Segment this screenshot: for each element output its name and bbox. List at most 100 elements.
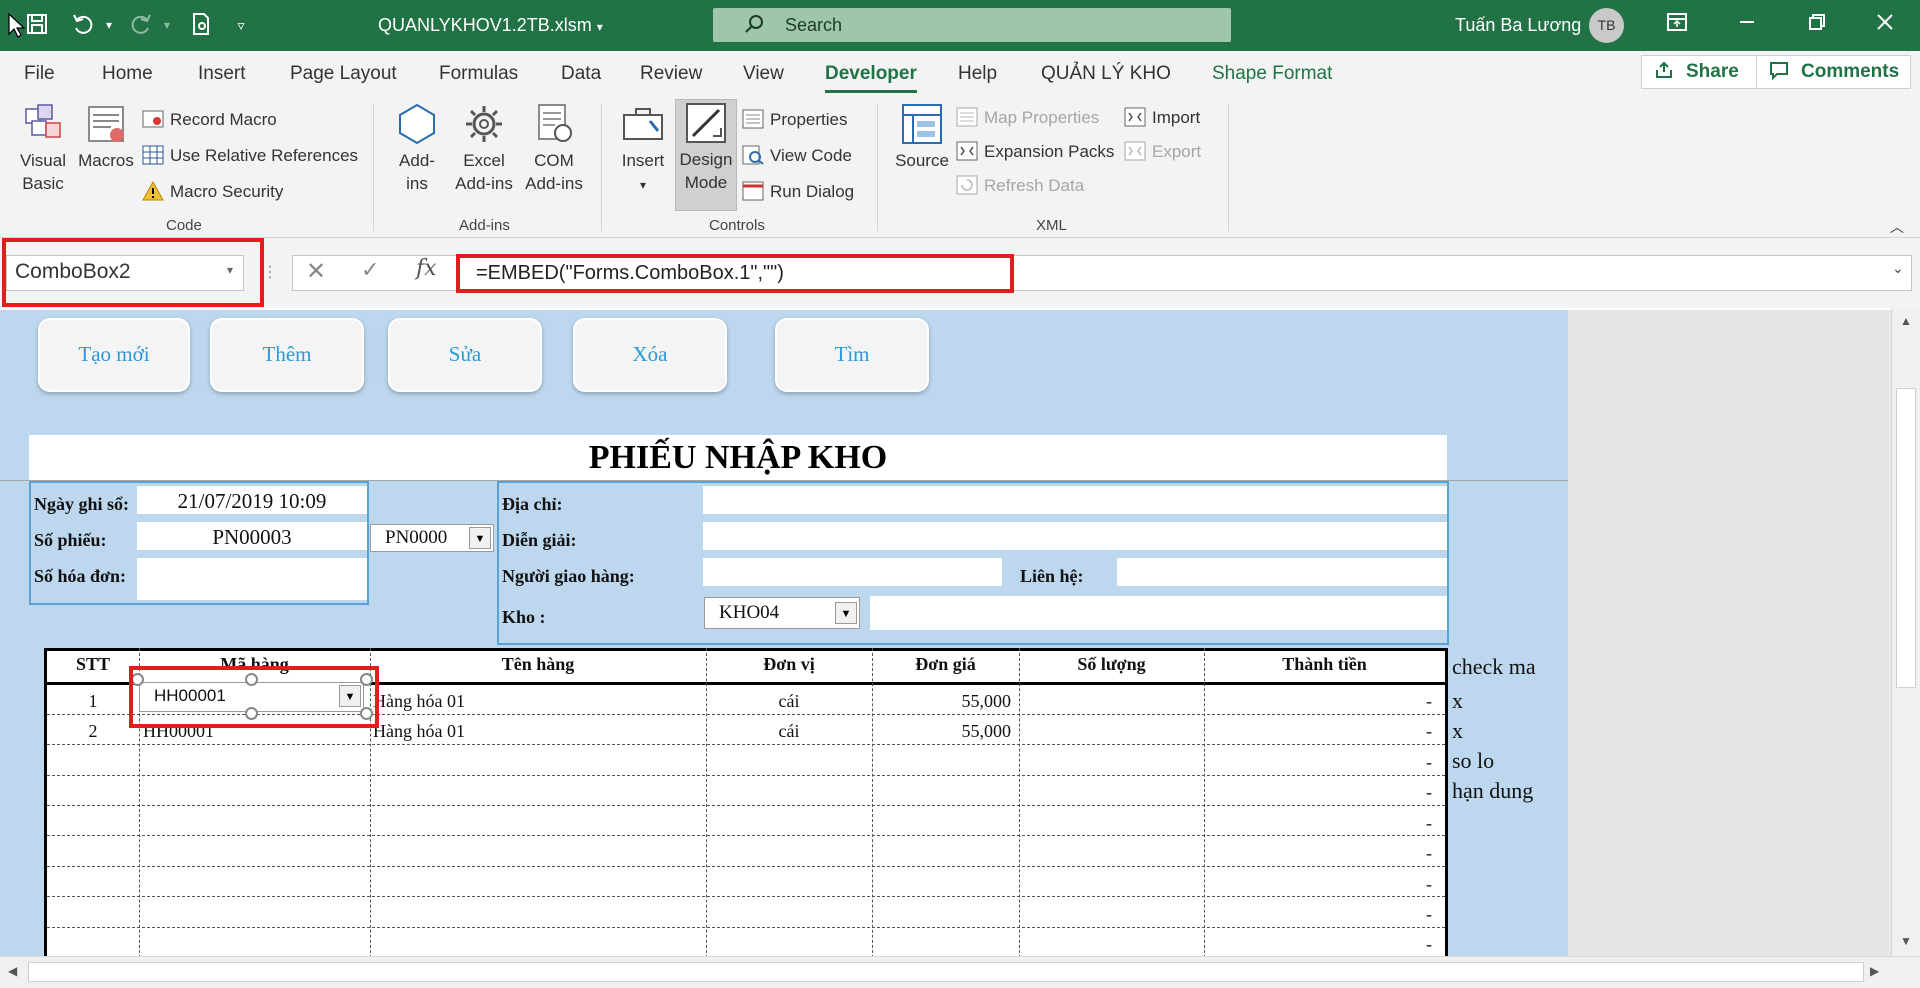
vertical-scrollbar[interactable]: ▲ ▼: [1891, 308, 1920, 956]
enter-icon[interactable]: ✓: [361, 257, 379, 283]
scroll-thumb[interactable]: [1896, 388, 1916, 688]
source-button[interactable]: Source: [893, 101, 951, 172]
user-name[interactable]: Tuấn Ba Lương: [1455, 12, 1581, 38]
tab-page-layout[interactable]: Page Layout: [290, 63, 397, 85]
restore-icon[interactable]: [1804, 12, 1830, 38]
ribbon-tabs: File Home Insert Page Layout Formulas Da…: [0, 51, 1920, 97]
ngay-ghi-so-value: 21/07/2019 10:09: [177, 489, 327, 513]
share-button[interactable]: Share: [1641, 55, 1772, 89]
collapse-ribbon-icon[interactable]: ︿: [1890, 217, 1904, 237]
highlight-combobox: [129, 666, 379, 728]
tab-help[interactable]: Help: [958, 63, 997, 85]
tab-quan-ly-kho[interactable]: QUẢN LÝ KHO: [1041, 63, 1171, 85]
sheet-unused-area: [1568, 310, 1891, 956]
dien-giai-field[interactable]: [703, 522, 1447, 550]
undo-icon[interactable]: [70, 12, 96, 38]
scroll-left-icon[interactable]: ◀: [8, 964, 17, 978]
so-phieu-combobox[interactable]: PN0000 ▼: [370, 524, 494, 552]
properties-button[interactable]: Properties: [742, 109, 847, 130]
row-6-thanh-tien: -: [1426, 843, 1432, 863]
chevron-down-icon[interactable]: ▼: [835, 602, 857, 624]
scroll-right-icon[interactable]: ▶: [1870, 964, 1879, 978]
insert-function-icon[interactable]: fx: [416, 256, 437, 281]
lien-he-field[interactable]: [1117, 558, 1447, 586]
ribbon-display-options-icon[interactable]: [1664, 12, 1690, 38]
tab-formulas[interactable]: Formulas: [439, 63, 518, 85]
group-label-xml: XML: [1036, 217, 1067, 234]
nguoi-giao-hang-label: Người giao hàng:: [502, 566, 635, 586]
add-ins-button[interactable]: Add- ins: [392, 101, 442, 195]
kho-name-field[interactable]: [870, 596, 1447, 630]
view-code-button[interactable]: View Code: [742, 145, 852, 166]
record-macro-button[interactable]: Record Macro: [142, 109, 277, 130]
horizontal-scrollbar[interactable]: ◀ ▶: [0, 956, 1920, 988]
undo-dropdown-icon[interactable]: ▾: [96, 12, 122, 38]
gear-icon: [466, 106, 502, 142]
design-mode-icon: [686, 103, 726, 143]
row-9-thanh-tien: -: [1426, 934, 1432, 954]
search-placeholder: Search: [785, 15, 843, 35]
close-icon[interactable]: [1872, 12, 1898, 38]
scroll-thumb[interactable]: [28, 962, 1864, 982]
add-ins-icon: [399, 103, 435, 145]
tab-data[interactable]: Data: [561, 63, 601, 85]
avatar[interactable]: TB: [1589, 8, 1624, 43]
document-title[interactable]: QUANLYKHOV1.2TB.xlsm ▾: [378, 12, 603, 40]
tab-view[interactable]: View: [743, 63, 784, 85]
minimize-icon[interactable]: [1734, 12, 1760, 38]
macros-button[interactable]: Macros: [76, 101, 136, 172]
tab-file[interactable]: File: [24, 63, 55, 85]
dia-chi-field[interactable]: [703, 486, 1447, 514]
col-header-thanh-tien: Thành tiền: [1282, 654, 1367, 674]
design-mode-button[interactable]: Design Mode: [675, 99, 737, 211]
tab-review[interactable]: Review: [640, 63, 702, 85]
nguoi-giao-hang-field[interactable]: [703, 558, 1002, 586]
so-hoa-don-field[interactable]: [137, 558, 367, 600]
form-title: PHIẾU NHẬP KHO: [29, 435, 1447, 480]
visual-basic-button[interactable]: Visual Basic: [12, 101, 74, 195]
macro-security-button[interactable]: Macro Security: [142, 181, 283, 202]
print-preview-icon[interactable]: [188, 12, 214, 38]
col-header-so-luong: Số lượng: [1077, 654, 1146, 674]
them-button[interactable]: Thêm: [210, 318, 364, 392]
scroll-down-icon[interactable]: ▼: [1900, 934, 1912, 948]
side-note-han-dung: hạn dung: [1452, 778, 1534, 803]
tab-shape-format[interactable]: Shape Format: [1212, 63, 1332, 85]
com-add-ins-button[interactable]: COM Add-ins: [520, 101, 588, 195]
cancel-icon[interactable]: ✕: [306, 257, 326, 286]
use-relative-references-button[interactable]: Use Relative References: [142, 145, 358, 166]
expansion-packs-button[interactable]: Expansion Packs: [956, 141, 1114, 162]
customize-qat-icon[interactable]: ▿: [228, 12, 254, 38]
tab-home[interactable]: Home: [102, 63, 153, 85]
row-4-thanh-tien: -: [1426, 782, 1432, 802]
sua-button[interactable]: Sửa: [388, 318, 542, 392]
kho-combobox[interactable]: KHO04 ▼: [704, 597, 860, 629]
excel-add-ins-button[interactable]: Excel Add-ins: [450, 101, 518, 195]
tim-button[interactable]: Tìm: [775, 318, 929, 392]
formula-bar-grip-icon[interactable]: ⋮: [262, 262, 278, 282]
insert-controls-button[interactable]: Insert ▾: [618, 101, 668, 197]
scroll-up-icon[interactable]: ▲: [1900, 314, 1912, 328]
chevron-down-icon[interactable]: ▼: [469, 527, 491, 549]
relative-references-icon: [142, 145, 164, 165]
row-7-thanh-tien: -: [1426, 874, 1432, 894]
row-divider: [47, 805, 1445, 806]
expand-formula-bar-icon[interactable]: ⌄: [1892, 260, 1904, 277]
comments-button[interactable]: Comments: [1756, 55, 1911, 89]
search-icon: [743, 13, 765, 41]
so-phieu-label: Số phiếu:: [34, 530, 107, 550]
row-divider: [47, 927, 1445, 928]
save-icon[interactable]: [24, 12, 50, 38]
row-divider: [47, 775, 1445, 776]
search-input[interactable]: Search: [713, 8, 1231, 42]
tab-insert[interactable]: Insert: [198, 63, 246, 85]
tab-developer[interactable]: Developer: [825, 63, 917, 93]
tao-moi-button[interactable]: Tạo mới: [38, 318, 190, 392]
row-1-don-gia: 55,000: [961, 691, 1012, 711]
import-button[interactable]: Import: [1124, 107, 1200, 128]
xoa-button[interactable]: Xóa: [573, 318, 727, 392]
toolbox-icon: [623, 108, 663, 140]
dien-giai-label: Diễn giải:: [502, 530, 577, 550]
run-dialog-button[interactable]: Run Dialog: [742, 181, 854, 202]
worksheet[interactable]: Tạo mới Thêm Sửa Xóa Tìm PHIẾU NHẬP KHO …: [0, 308, 1920, 968]
